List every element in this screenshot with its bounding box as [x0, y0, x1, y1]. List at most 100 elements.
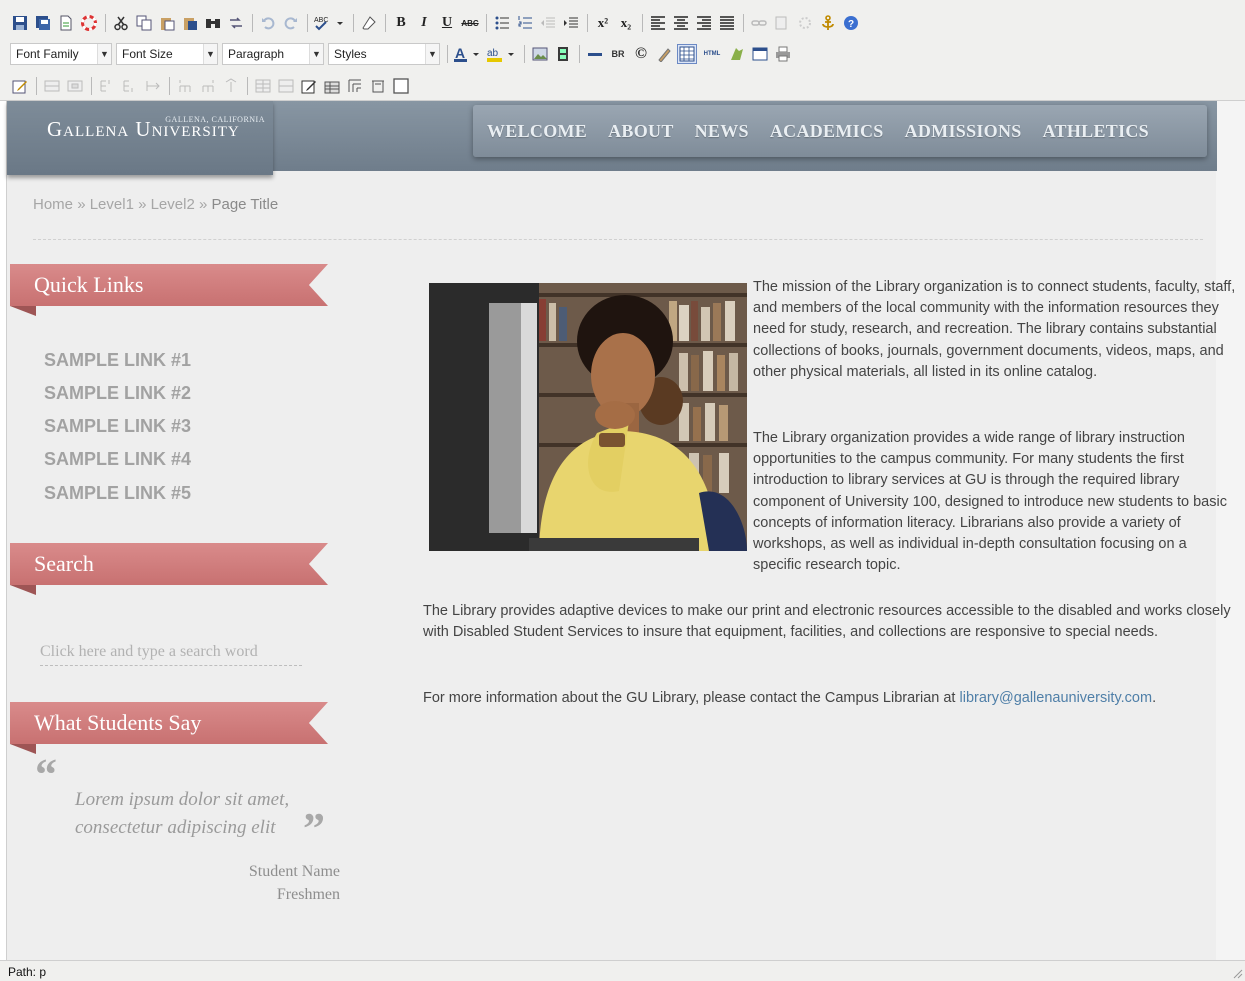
image-icon[interactable]: [530, 44, 550, 64]
merge-cells-icon[interactable]: [276, 76, 296, 96]
nav-item-admissions[interactable]: ADMISSIONS: [905, 121, 1022, 142]
delete-col-icon[interactable]: [221, 76, 241, 96]
highlight-color-icon[interactable]: ab: [486, 44, 518, 64]
contact-period: .: [1152, 690, 1157, 706]
help-ring-icon[interactable]: [79, 13, 99, 33]
help-icon[interactable]: ?: [841, 13, 861, 33]
library-student-photo[interactable]: [429, 283, 747, 551]
italic-button[interactable]: I: [414, 13, 434, 33]
search-input[interactable]: [40, 638, 302, 666]
cleanup-icon[interactable]: [795, 13, 815, 33]
insert-col-before-icon[interactable]: [175, 76, 195, 96]
paragraph-select[interactable]: Paragraph ▼: [222, 43, 324, 65]
editor-canvas[interactable]: GALLENA, CALIFORNIA Gallena University W…: [6, 101, 1245, 960]
print-icon[interactable]: [773, 44, 793, 64]
quick-links-ribbon: Quick Links: [10, 264, 328, 316]
text-color-icon[interactable]: A: [453, 44, 483, 64]
unlink-icon[interactable]: [772, 13, 792, 33]
save-as-icon[interactable]: [33, 13, 53, 33]
layer-front-icon[interactable]: [368, 76, 388, 96]
sidebar-link-5[interactable]: SAMPLE LINK #5: [44, 483, 191, 504]
indent-icon[interactable]: [561, 13, 581, 33]
svg-text:ab: ab: [487, 48, 499, 59]
table-wizard-icon[interactable]: [322, 76, 342, 96]
copy-icon[interactable]: [134, 13, 154, 33]
font-size-select-label: Font Size: [122, 47, 173, 61]
table-row-props-icon[interactable]: [42, 76, 62, 96]
styles-select[interactable]: Styles ▼: [328, 43, 440, 65]
table-icon[interactable]: [677, 44, 697, 64]
quick-links-title: Quick Links: [34, 272, 144, 297]
nav-item-about[interactable]: ABOUT: [608, 121, 674, 142]
librarian-email-link[interactable]: library@gallenauniversity.com: [960, 690, 1153, 706]
superscript-button[interactable]: x²: [593, 13, 613, 33]
copyright-button[interactable]: ©: [631, 44, 651, 64]
toolbar-separator: [385, 14, 386, 32]
font-family-select[interactable]: Font Family ▼: [10, 43, 112, 65]
sidebar-link-1[interactable]: SAMPLE LINK #1: [44, 350, 191, 371]
table-cell-props-icon[interactable]: [65, 76, 85, 96]
nav-item-welcome[interactable]: WELCOME: [487, 121, 587, 142]
align-left-icon[interactable]: [648, 13, 668, 33]
anchor-icon[interactable]: [818, 13, 838, 33]
sidebar-link-2[interactable]: SAMPLE LINK #2: [44, 383, 191, 404]
breadcrumb-home[interactable]: Home: [33, 196, 73, 213]
insert-col-after-icon[interactable]: [198, 76, 218, 96]
html-source-button[interactable]: HTML: [700, 44, 724, 64]
replace-icon[interactable]: [226, 13, 246, 33]
redo-icon[interactable]: [281, 13, 301, 33]
numbered-list-icon[interactable]: [515, 13, 535, 33]
link-icon[interactable]: [749, 13, 769, 33]
bullet-list-icon[interactable]: [492, 13, 512, 33]
paste-word-icon[interactable]: [180, 13, 200, 33]
subscript-button[interactable]: x₂: [616, 13, 636, 33]
breadcrumb-separator: »: [198, 196, 208, 213]
bold-button[interactable]: B: [391, 13, 411, 33]
site-logo[interactable]: GALLENA, CALIFORNIA Gallena University: [7, 101, 273, 175]
horizontal-rule-icon[interactable]: [585, 44, 605, 64]
spellcheck-icon[interactable]: ABC: [313, 13, 347, 33]
breadcrumb-level2[interactable]: Level2: [151, 196, 195, 213]
preview-icon[interactable]: [750, 44, 770, 64]
testimonial-line-2: consectetur adipiscing elit: [75, 817, 276, 838]
align-center-icon[interactable]: [671, 13, 691, 33]
find-icon[interactable]: [203, 13, 223, 33]
split-cells-icon[interactable]: [253, 76, 273, 96]
delete-row-icon[interactable]: [143, 76, 163, 96]
strikethrough-button[interactable]: ABC: [460, 13, 480, 33]
nav-item-news[interactable]: NEWS: [695, 121, 749, 142]
paste-icon[interactable]: [157, 13, 177, 33]
edit-icon[interactable]: [10, 76, 30, 96]
eraser-icon[interactable]: [359, 13, 379, 33]
element-path: Path: p: [8, 965, 47, 979]
media-icon[interactable]: [553, 44, 573, 64]
cut-icon[interactable]: [111, 13, 131, 33]
new-document-icon[interactable]: [56, 13, 76, 33]
sidebar-link-3[interactable]: SAMPLE LINK #3: [44, 416, 191, 437]
search-title: Search: [34, 551, 94, 576]
insert-row-before-icon[interactable]: [97, 76, 117, 96]
nav-item-academics[interactable]: ACADEMICS: [770, 121, 884, 142]
font-size-select[interactable]: Font Size ▼: [116, 43, 218, 65]
undo-icon[interactable]: [258, 13, 278, 33]
align-justify-icon[interactable]: [717, 13, 737, 33]
resize-grip-icon[interactable]: [1233, 969, 1243, 979]
clean-format-icon[interactable]: [654, 44, 674, 64]
ribbon-tail: [10, 744, 36, 754]
nav-item-athletics[interactable]: ATHLETICS: [1043, 121, 1149, 142]
layer-icon[interactable]: [345, 76, 365, 96]
absolute-position-icon[interactable]: [391, 76, 411, 96]
insert-row-after-icon[interactable]: [120, 76, 140, 96]
save-icon[interactable]: [10, 13, 30, 33]
sidebar-link-4[interactable]: SAMPLE LINK #4: [44, 449, 191, 470]
toolbar-separator: [524, 45, 525, 63]
outdent-icon[interactable]: [538, 13, 558, 33]
testimonial-line-1: Lorem ipsum dolor sit amet,: [75, 789, 290, 810]
line-break-button[interactable]: BR: [608, 44, 628, 64]
edit-table-icon[interactable]: [299, 76, 319, 96]
breadcrumb-current: Page Title: [211, 196, 279, 213]
underline-button[interactable]: U: [437, 13, 457, 33]
align-right-icon[interactable]: [694, 13, 714, 33]
breadcrumb-level1[interactable]: Level1: [90, 196, 134, 213]
insert-snippet-icon[interactable]: [727, 44, 747, 64]
